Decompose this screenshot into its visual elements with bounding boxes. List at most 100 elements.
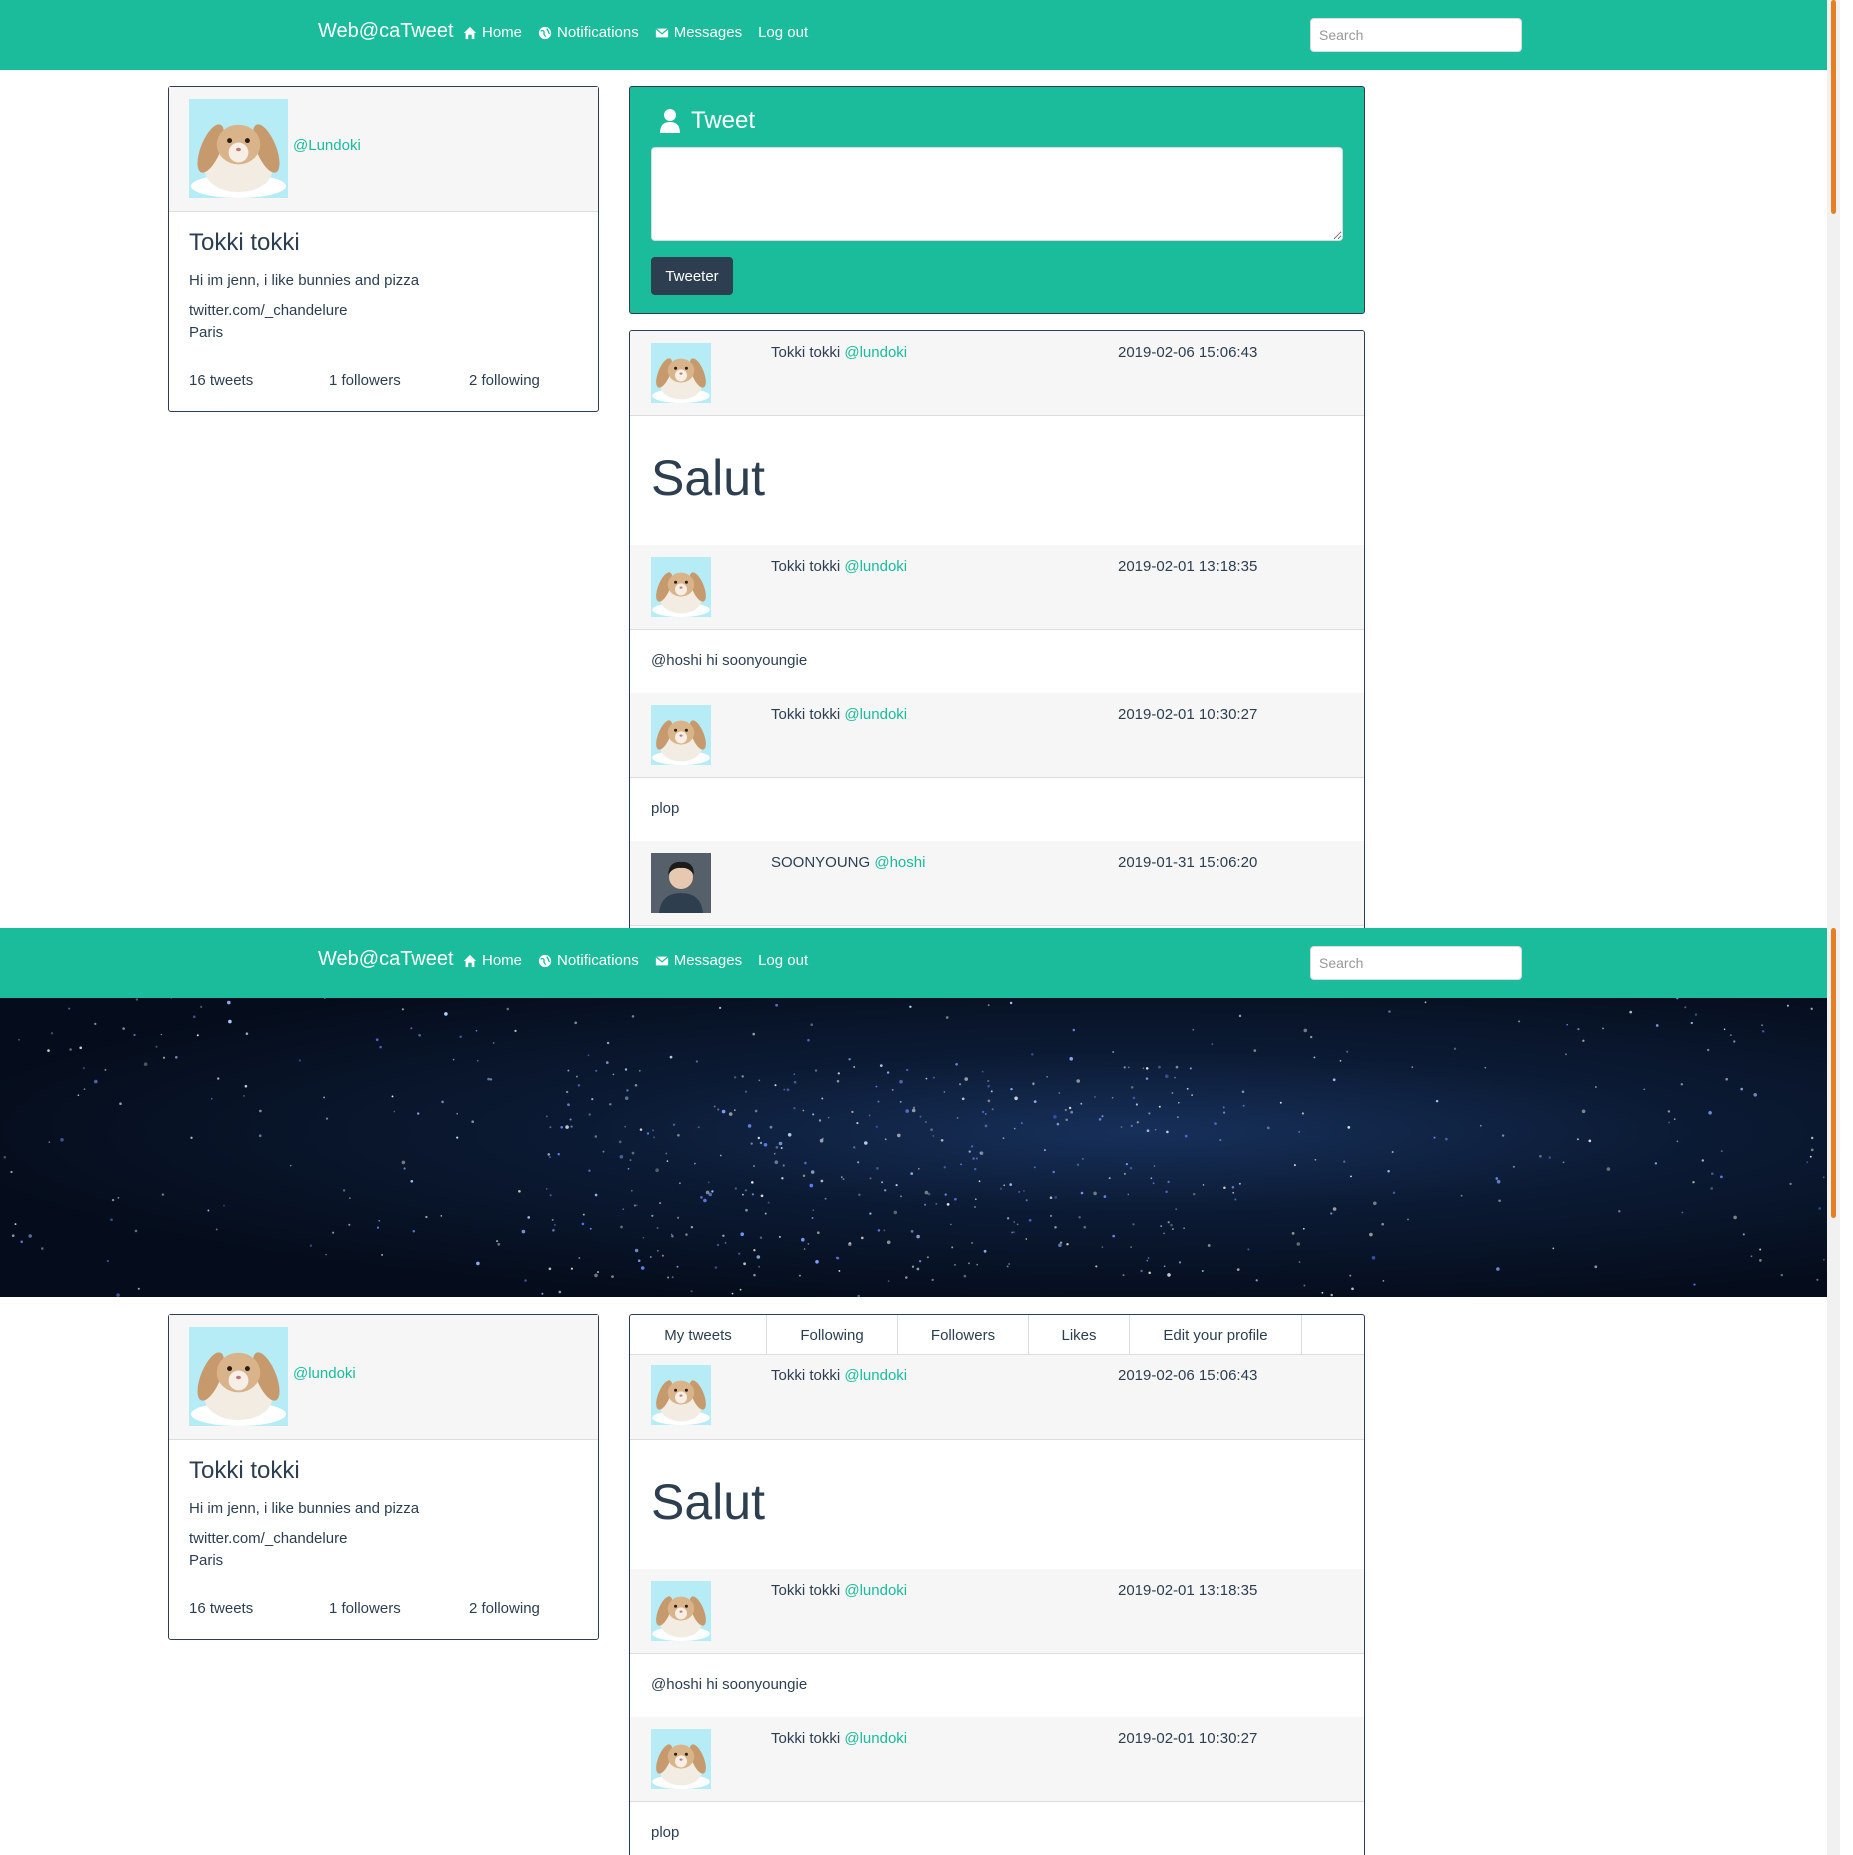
tweet-header: Tokki tokki @lundoki 2019-02-01 10:30:27 — [630, 693, 1364, 778]
star — [714, 1266, 718, 1269]
nav-notifications[interactable]: Notifications — [538, 952, 639, 969]
stat-following[interactable]: 2 following — [469, 372, 540, 389]
tweet-submit-button[interactable]: Tweeter — [651, 257, 733, 295]
star — [1222, 1106, 1225, 1109]
star — [812, 1113, 815, 1116]
avatar[interactable] — [651, 705, 711, 765]
profile-city: Paris — [189, 324, 224, 341]
nav-messages[interactable]: Messages — [655, 952, 742, 969]
nav-logout[interactable]: Log out — [758, 952, 808, 969]
nav-notifications[interactable]: Notifications — [538, 24, 639, 41]
star — [122, 1027, 125, 1030]
star — [816, 1231, 820, 1235]
avatar[interactable] — [651, 1729, 711, 1789]
star — [1655, 1024, 1659, 1027]
star — [1231, 1185, 1235, 1189]
author-name: Tokki tokki — [771, 344, 841, 361]
author-handle[interactable]: @lundoki — [844, 344, 907, 361]
author-handle[interactable]: @lundoki — [844, 706, 907, 723]
globe-icon — [538, 26, 552, 39]
star — [633, 1204, 637, 1207]
nav-logout[interactable]: Log out — [758, 24, 808, 41]
search-input[interactable] — [1310, 18, 1522, 52]
tweet-textarea[interactable] — [651, 147, 1343, 241]
star — [752, 1032, 756, 1036]
tab-likes[interactable]: Likes — [1029, 1315, 1130, 1355]
star — [767, 1201, 770, 1204]
star — [793, 1080, 797, 1084]
search-input[interactable] — [1310, 946, 1522, 980]
star — [738, 1252, 741, 1255]
stat-followers[interactable]: 1 followers — [329, 372, 401, 389]
star — [1445, 1137, 1448, 1141]
nav-messages[interactable]: Messages — [655, 24, 742, 41]
star — [622, 1208, 625, 1211]
profile-website[interactable]: twitter.com/_chandelure — [189, 1530, 347, 1547]
author-handle[interactable]: @hoshi — [874, 854, 925, 871]
star — [1167, 1273, 1171, 1277]
avatar[interactable] — [189, 99, 288, 198]
tab-my-tweets[interactable]: My tweets — [630, 1315, 767, 1355]
profile-handle[interactable]: @Lundoki — [293, 137, 361, 154]
star — [110, 1218, 113, 1222]
star — [716, 1243, 720, 1247]
star — [119, 1102, 122, 1106]
avatar[interactable] — [651, 557, 711, 617]
author-handle[interactable]: @lundoki — [844, 1730, 907, 1747]
star — [978, 1180, 981, 1183]
star — [960, 1163, 962, 1166]
star — [987, 1004, 990, 1007]
profile-handle[interactable]: @lundoki — [293, 1365, 356, 1382]
avatar[interactable] — [651, 853, 711, 913]
star — [999, 1187, 1003, 1190]
star — [653, 1136, 656, 1139]
brand-logo[interactable]: Web@caTweet — [318, 20, 454, 43]
star — [1129, 1166, 1133, 1170]
star — [594, 1135, 598, 1138]
star — [812, 1209, 815, 1212]
home-feed: Tokki tokki @lundoki 2019-02-06 15:06:43… — [629, 330, 1365, 928]
star — [1303, 1028, 1308, 1033]
star — [524, 1279, 527, 1282]
star — [1381, 1222, 1385, 1226]
stat-tweets[interactable]: 16 tweets — [189, 1600, 253, 1617]
stat-followers[interactable]: 1 followers — [329, 1600, 401, 1617]
author-handle[interactable]: @lundoki — [844, 558, 907, 575]
star — [1321, 1291, 1324, 1294]
star — [1214, 1122, 1217, 1125]
avatar[interactable] — [189, 1327, 288, 1426]
tab-following[interactable]: Following — [767, 1315, 898, 1355]
star — [196, 1034, 199, 1037]
avatar[interactable] — [651, 1365, 711, 1425]
star — [1093, 1191, 1097, 1196]
brand-logo[interactable]: Web@caTweet — [318, 948, 454, 971]
nav-home[interactable]: Home — [463, 952, 522, 969]
tab-edit-profile[interactable]: Edit your profile — [1130, 1315, 1302, 1355]
scrollbar[interactable] — [1827, 928, 1840, 1855]
star — [143, 1062, 148, 1066]
star — [1407, 1218, 1409, 1221]
avatar[interactable] — [651, 1581, 711, 1641]
avatar[interactable] — [651, 343, 711, 403]
star — [1806, 1161, 1809, 1164]
scrollbar-thumb[interactable] — [1831, 928, 1836, 1218]
star — [836, 1256, 840, 1260]
star — [323, 998, 326, 999]
star — [1750, 1255, 1753, 1258]
tab-followers[interactable]: Followers — [898, 1315, 1029, 1355]
star — [1350, 1175, 1352, 1178]
star — [1003, 1184, 1006, 1187]
nav-home[interactable]: Home — [463, 24, 522, 41]
scrollbar-thumb[interactable] — [1831, 0, 1836, 214]
stat-tweets[interactable]: 16 tweets — [189, 372, 253, 389]
star — [666, 1160, 669, 1162]
star — [1706, 1048, 1710, 1052]
author-handle[interactable]: @lundoki — [844, 1367, 907, 1384]
star — [875, 1085, 878, 1088]
scrollbar[interactable] — [1827, 0, 1840, 928]
star — [595, 1069, 598, 1072]
nav-home-label: Home — [482, 952, 523, 969]
profile-website[interactable]: twitter.com/_chandelure — [189, 302, 347, 319]
author-handle[interactable]: @lundoki — [844, 1582, 907, 1599]
stat-following[interactable]: 2 following — [469, 1600, 540, 1617]
